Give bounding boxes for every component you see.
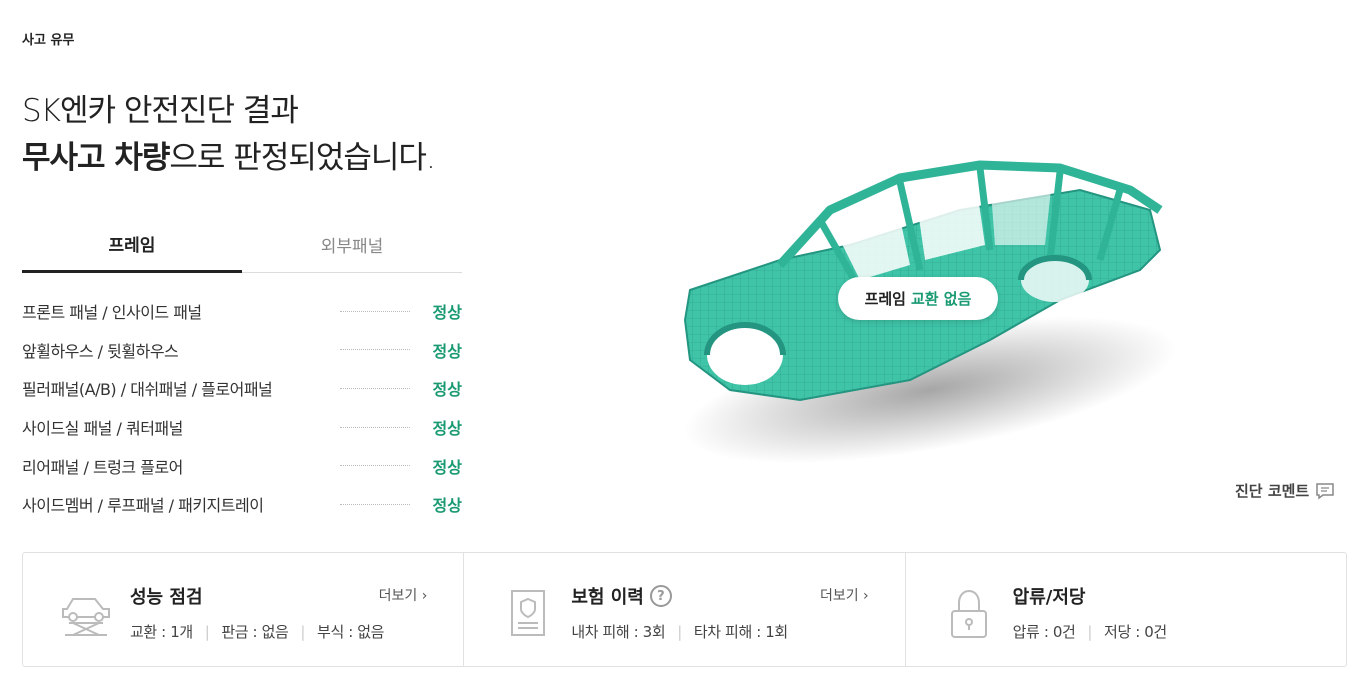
stat-own-damage: 내차 피해 : 3회	[571, 623, 666, 641]
insurance-title: 보험 이력?	[571, 583, 672, 609]
check-row: 사이드실 패널 / 쿼터패널 정상	[22, 408, 462, 447]
car-lift-icon	[62, 598, 110, 636]
lock-icon	[950, 589, 987, 638]
separator: |	[677, 622, 682, 641]
comment-link-label: 진단 코멘트	[1235, 482, 1310, 500]
separator: |	[204, 622, 210, 641]
frame-badge-prefix: 프레임	[864, 290, 906, 308]
seizure-stats: 압류 : 0건 | 저당 : 0건	[1012, 621, 1168, 642]
dotted-leader	[340, 349, 410, 351]
comment-icon	[1316, 482, 1334, 499]
tab-outer-panel[interactable]: 외부패널	[242, 216, 462, 272]
insurance-stats: 내차 피해 : 3회 | 타차 피해 : 1회	[571, 621, 788, 642]
check-row: 리어패널 / 트렁크 플로어 정상	[22, 446, 462, 485]
seizure-title: 압류/저당	[1012, 587, 1086, 608]
check-row: 필러패널(A/B) / 대쉬패널 / 플로어패널 정상	[22, 369, 462, 408]
performance-more-link[interactable]: 더보기 ›	[379, 585, 428, 605]
check-status: 정상	[432, 380, 462, 400]
headline-line1: SK엔카 안전진단 결과	[22, 93, 299, 129]
check-name: 필러패널(A/B) / 대쉬패널 / 플로어패널	[22, 380, 273, 400]
help-icon[interactable]: ?	[649, 585, 672, 607]
seizure-card: 압류/저당 압류 : 0건 | 저당 : 0건	[906, 553, 1346, 666]
section-label: 사고 유무	[22, 33, 75, 48]
insurance-more-link[interactable]: 더보기 ›	[820, 585, 869, 605]
dotted-leader	[340, 503, 410, 505]
check-row: 사이드멤버 / 루프패널 / 패키지트레이 정상	[22, 485, 462, 524]
separator: |	[300, 622, 306, 641]
dotted-leader	[340, 426, 410, 428]
inspection-tabs: 프레임 외부패널	[22, 216, 462, 273]
stat-replace: 교환 : 1개	[130, 623, 193, 641]
separator: |	[1087, 622, 1093, 641]
dotted-leader	[340, 465, 410, 467]
performance-title: 성능 점검	[130, 587, 203, 608]
stat-sheet-metal: 판금 : 없음	[221, 623, 289, 641]
frame-badge-highlight: 교환 없음	[910, 290, 972, 308]
summary-cards: 성능 점검 더보기 › 교환 : 1개 | 판금 : 없음 | 부식 : 없음 …	[22, 552, 1347, 667]
stat-other-damage: 타차 피해 : 1회	[693, 623, 788, 641]
dotted-leader	[340, 310, 410, 312]
headline-line2: 무사고 차량으로 판정되었습니다.	[22, 132, 436, 184]
check-name: 프론트 패널 / 인사이드 패널	[22, 303, 202, 323]
insurance-title-label: 보험 이력	[571, 587, 644, 608]
check-status: 정상	[432, 303, 462, 323]
headline-rest: 으로 판정되었습니다.	[169, 140, 435, 176]
insurance-document-icon	[511, 590, 546, 636]
check-status: 정상	[432, 419, 462, 439]
performance-stats: 교환 : 1개 | 판금 : 없음 | 부식 : 없음	[130, 621, 384, 642]
tab-frame[interactable]: 프레임	[22, 216, 242, 273]
check-row: 프론트 패널 / 인사이드 패널 정상	[22, 292, 462, 331]
check-status: 정상	[432, 457, 462, 477]
check-name: 앞휠하우스 / 뒷휠하우스	[22, 341, 179, 361]
stat-mortgage: 저당 : 0건	[1104, 623, 1167, 641]
stat-seizure: 압류 : 0건	[1012, 623, 1076, 641]
diagnosis-comment-link[interactable]: 진단 코멘트	[1235, 480, 1335, 501]
check-name: 사이드실 패널 / 쿼터패널	[22, 419, 183, 439]
check-row: 앞휠하우스 / 뒷휠하우스 정상	[22, 331, 462, 370]
diagnosis-headline: SK엔카 안전진단 결과 무사고 차량으로 판정되었습니다.	[22, 90, 436, 184]
check-status: 정상	[432, 341, 462, 361]
performance-card: 성능 점검 더보기 › 교환 : 1개 | 판금 : 없음 | 부식 : 없음	[23, 553, 465, 666]
stat-corrosion: 부식 : 없음	[317, 623, 385, 641]
check-status: 정상	[432, 496, 462, 516]
insurance-card: 보험 이력? 더보기 › 내차 피해 : 3회 | 타차 피해 : 1회	[464, 553, 906, 666]
frame-check-list: 프론트 패널 / 인사이드 패널 정상 앞휠하우스 / 뒷휠하우스 정상 필러패널(…	[22, 292, 462, 524]
check-name: 리어패널 / 트렁크 플로어	[22, 457, 183, 477]
check-name: 사이드멤버 / 루프패널 / 패키지트레이	[22, 496, 264, 516]
dotted-leader	[340, 387, 410, 389]
frame-result-badge: 프레임 교환 없음	[838, 277, 998, 320]
headline-verdict: 무사고 차량	[22, 140, 170, 176]
